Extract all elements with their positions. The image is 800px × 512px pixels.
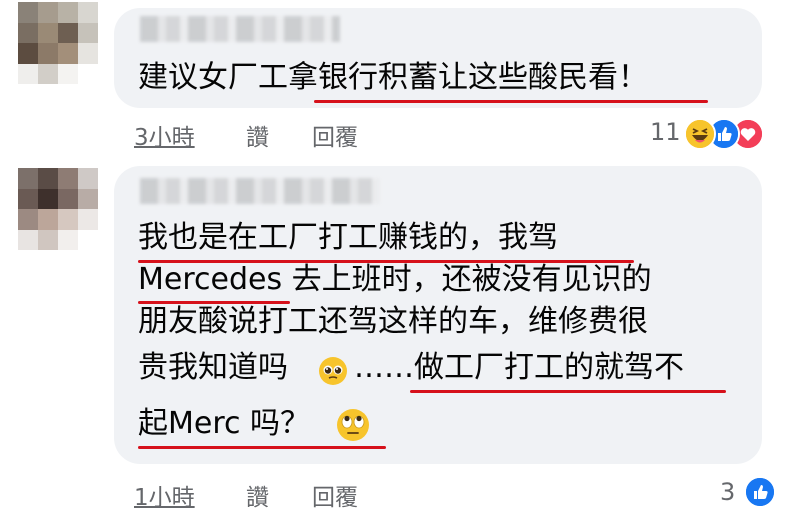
like-icon[interactable] <box>744 476 776 508</box>
reaction-count[interactable]: 3 <box>720 478 735 506</box>
highlight-underline <box>138 446 386 449</box>
comment-text: 建议女厂工拿银行积蓄让这些酸民看！ <box>138 60 648 95</box>
comment-text-line: 起Merc 吗？ <box>138 406 311 441</box>
comment-text-line: Mercedes 去上班时，还被没有见识的 <box>138 262 652 297</box>
highlight-underline <box>410 390 726 393</box>
comment-text-line: 朋友酸说打工还驾这样的车，维修费很 <box>138 304 648 339</box>
comment-timestamp[interactable]: 1小時 <box>134 478 195 512</box>
haha-icon[interactable] <box>684 118 716 150</box>
commenter-avatar[interactable] <box>18 168 98 250</box>
commenter-avatar[interactable] <box>18 2 98 84</box>
comment-bubble: 我也是在工厂打工赚钱的，我驾 Mercedes 去上班时，还被没有见识的 朋友酸… <box>114 166 762 464</box>
comment-bubble: 建议女厂工拿银行积蓄让这些酸民看！ <box>114 8 762 108</box>
pleading-face-icon <box>318 356 348 390</box>
eye-roll-face-icon <box>336 408 370 446</box>
like-button[interactable]: 讚 <box>246 478 269 512</box>
comment-text-line: 贵我知道吗 <box>138 350 288 385</box>
reply-button[interactable]: 回覆 <box>312 478 358 512</box>
highlight-underline <box>314 100 708 103</box>
commenter-name-blurred[interactable] <box>140 16 340 42</box>
comment-text-line: 我也是在工厂打工赚钱的，我驾 <box>138 220 558 255</box>
commenter-name-blurred[interactable] <box>140 178 380 204</box>
reaction-count[interactable]: 11 <box>650 118 681 146</box>
comment-text-line: ……做工厂打工的就驾不 <box>354 350 684 385</box>
comment-timestamp[interactable]: 3小時 <box>134 118 195 152</box>
like-button[interactable]: 讚 <box>246 118 269 152</box>
reply-button[interactable]: 回覆 <box>312 118 358 152</box>
